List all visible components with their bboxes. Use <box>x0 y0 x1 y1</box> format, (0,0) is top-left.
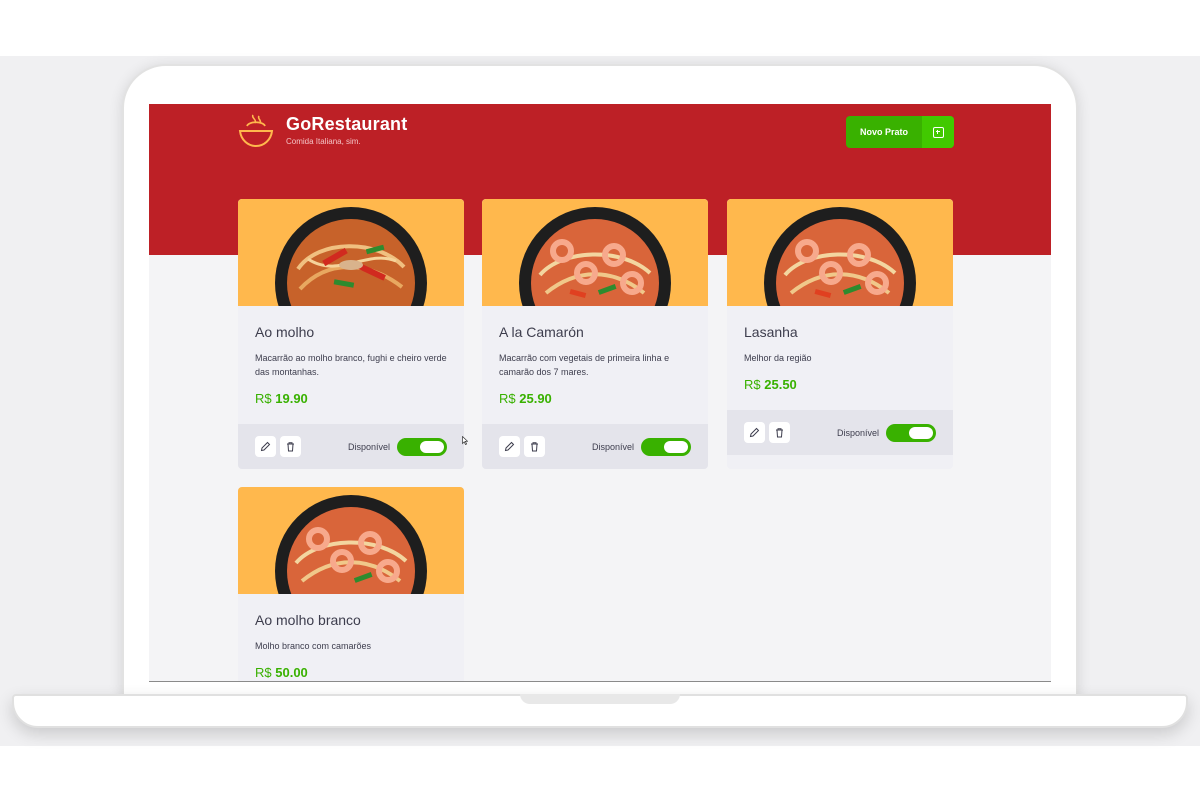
plus-square-icon <box>922 116 954 148</box>
dish-card: A la Camarón Macarrão com vegetais de pr… <box>482 199 708 469</box>
dish-name: Ao molho <box>255 324 315 340</box>
dish-card: Lasanha Melhor da região R$ 25.50 Dispon… <box>727 199 953 469</box>
availability-label: Disponível <box>591 441 634 452</box>
price-value: 25.50 <box>764 377 797 392</box>
price-currency: R$ <box>744 377 761 392</box>
availability-toggle[interactable] <box>886 423 936 442</box>
dish-card: Ao molho Macarrão ao molho branco, fughi… <box>238 199 464 469</box>
mouse-cursor-icon <box>462 436 468 445</box>
price-value: 25.90 <box>519 391 552 406</box>
price-value: 50.00 <box>275 665 308 680</box>
pencil-icon <box>504 441 515 452</box>
dish-name: Lasanha <box>744 324 798 340</box>
pencil-icon <box>260 441 271 452</box>
dish-description: Macarrão ao molho branco, fughi e cheiro… <box>255 353 447 377</box>
delete-button[interactable] <box>524 436 545 457</box>
card-footer: Disponível <box>482 424 708 469</box>
delete-button[interactable] <box>280 436 301 457</box>
trash-icon <box>776 428 783 438</box>
dish-description: Molho branco com camarões <box>255 641 372 651</box>
dish-price: R$ 25.50 <box>744 377 936 392</box>
availability-toggle[interactable] <box>397 437 447 456</box>
edit-button[interactable] <box>744 422 765 443</box>
price-value: 19.90 <box>275 391 308 406</box>
price-currency: R$ <box>255 391 272 406</box>
edit-button[interactable] <box>255 436 276 457</box>
availability-toggle[interactable] <box>641 437 691 456</box>
availability-label: Disponível <box>836 427 879 438</box>
edit-button[interactable] <box>499 436 520 457</box>
dish-image <box>482 199 708 306</box>
dish-description: Melhor da região <box>744 353 812 363</box>
dish-price: R$ 25.90 <box>499 391 691 406</box>
price-currency: R$ <box>499 391 516 406</box>
dish-name: A la Camarón <box>499 324 584 340</box>
laptop-notch <box>520 694 680 704</box>
app-name: GoRestaurant <box>286 114 408 134</box>
trash-icon <box>287 442 294 452</box>
pencil-icon <box>749 427 760 438</box>
dish-image <box>238 487 464 594</box>
dish-image <box>727 199 953 306</box>
dish-price: R$ 50.00 <box>255 665 447 680</box>
availability-label: Disponível <box>347 441 390 452</box>
new-dish-button[interactable]: Novo Prato <box>846 116 954 148</box>
delete-button[interactable] <box>769 422 790 443</box>
new-dish-label: Novo Prato <box>859 127 908 137</box>
dish-card: Ao molho branco Molho branco com camarõe… <box>238 487 464 681</box>
app-tagline: Comida Italiana, sim. <box>286 137 361 146</box>
dish-name: Ao molho branco <box>255 612 361 628</box>
trash-icon <box>531 442 538 452</box>
dish-price: R$ 19.90 <box>255 391 447 406</box>
card-footer: Disponível <box>727 410 953 455</box>
price-currency: R$ <box>255 665 272 680</box>
card-footer: Disponível <box>238 424 464 469</box>
bowl-icon <box>238 114 274 148</box>
app-screen: GoRestaurant Comida Italiana, sim. Novo … <box>149 104 1051 682</box>
dish-description: Macarrão com vegetais de primeira linha … <box>499 353 670 377</box>
dish-image <box>238 199 464 306</box>
